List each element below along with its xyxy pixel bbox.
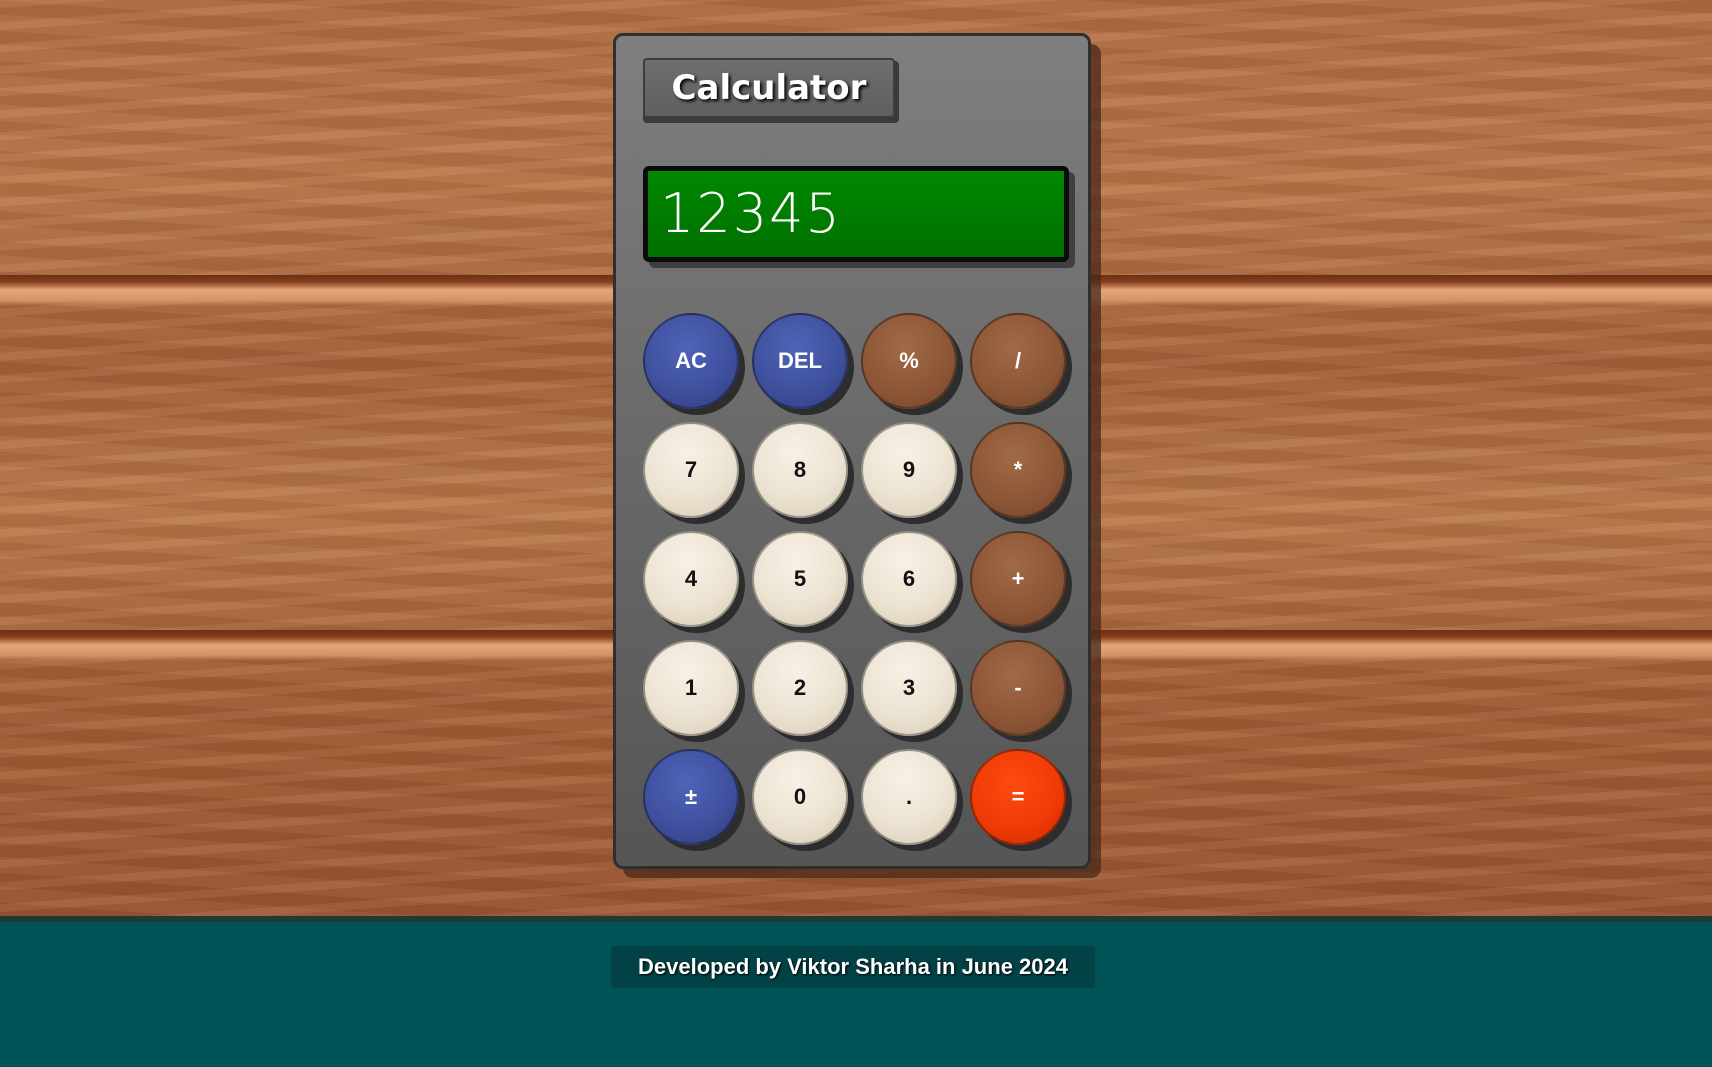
equals-button[interactable]: = <box>970 749 1066 845</box>
calculator-display: 12345 <box>643 166 1069 262</box>
digit-7-button[interactable]: 7 <box>643 422 739 518</box>
calculator: Calculator 12345 AC DEL % / 7 8 9 * 4 5 … <box>613 33 1091 869</box>
delete-button[interactable]: DEL <box>752 313 848 409</box>
divide-button[interactable]: / <box>970 313 1066 409</box>
digit-3-button[interactable]: 3 <box>861 640 957 736</box>
digit-0-button[interactable]: 0 <box>752 749 848 845</box>
digit-1-button[interactable]: 1 <box>643 640 739 736</box>
digit-6-button[interactable]: 6 <box>861 531 957 627</box>
plus-button[interactable]: + <box>970 531 1066 627</box>
digit-2-button[interactable]: 2 <box>752 640 848 736</box>
digit-4-button[interactable]: 4 <box>643 531 739 627</box>
decimal-button[interactable]: . <box>861 749 957 845</box>
minus-button[interactable]: - <box>970 640 1066 736</box>
keypad: AC DEL % / 7 8 9 * 4 5 6 + 1 2 3 - ± 0 .… <box>643 313 1073 845</box>
plus-minus-button[interactable]: ± <box>643 749 739 845</box>
footer <box>0 922 1712 1067</box>
digit-9-button[interactable]: 9 <box>861 422 957 518</box>
calculator-title: Calculator <box>643 58 895 118</box>
percent-button[interactable]: % <box>861 313 957 409</box>
digit-5-button[interactable]: 5 <box>752 531 848 627</box>
digit-8-button[interactable]: 8 <box>752 422 848 518</box>
all-clear-button[interactable]: AC <box>643 313 739 409</box>
multiply-button[interactable]: * <box>970 422 1066 518</box>
footer-credit: Developed by Viktor Sharha in June 2024 <box>611 946 1095 988</box>
